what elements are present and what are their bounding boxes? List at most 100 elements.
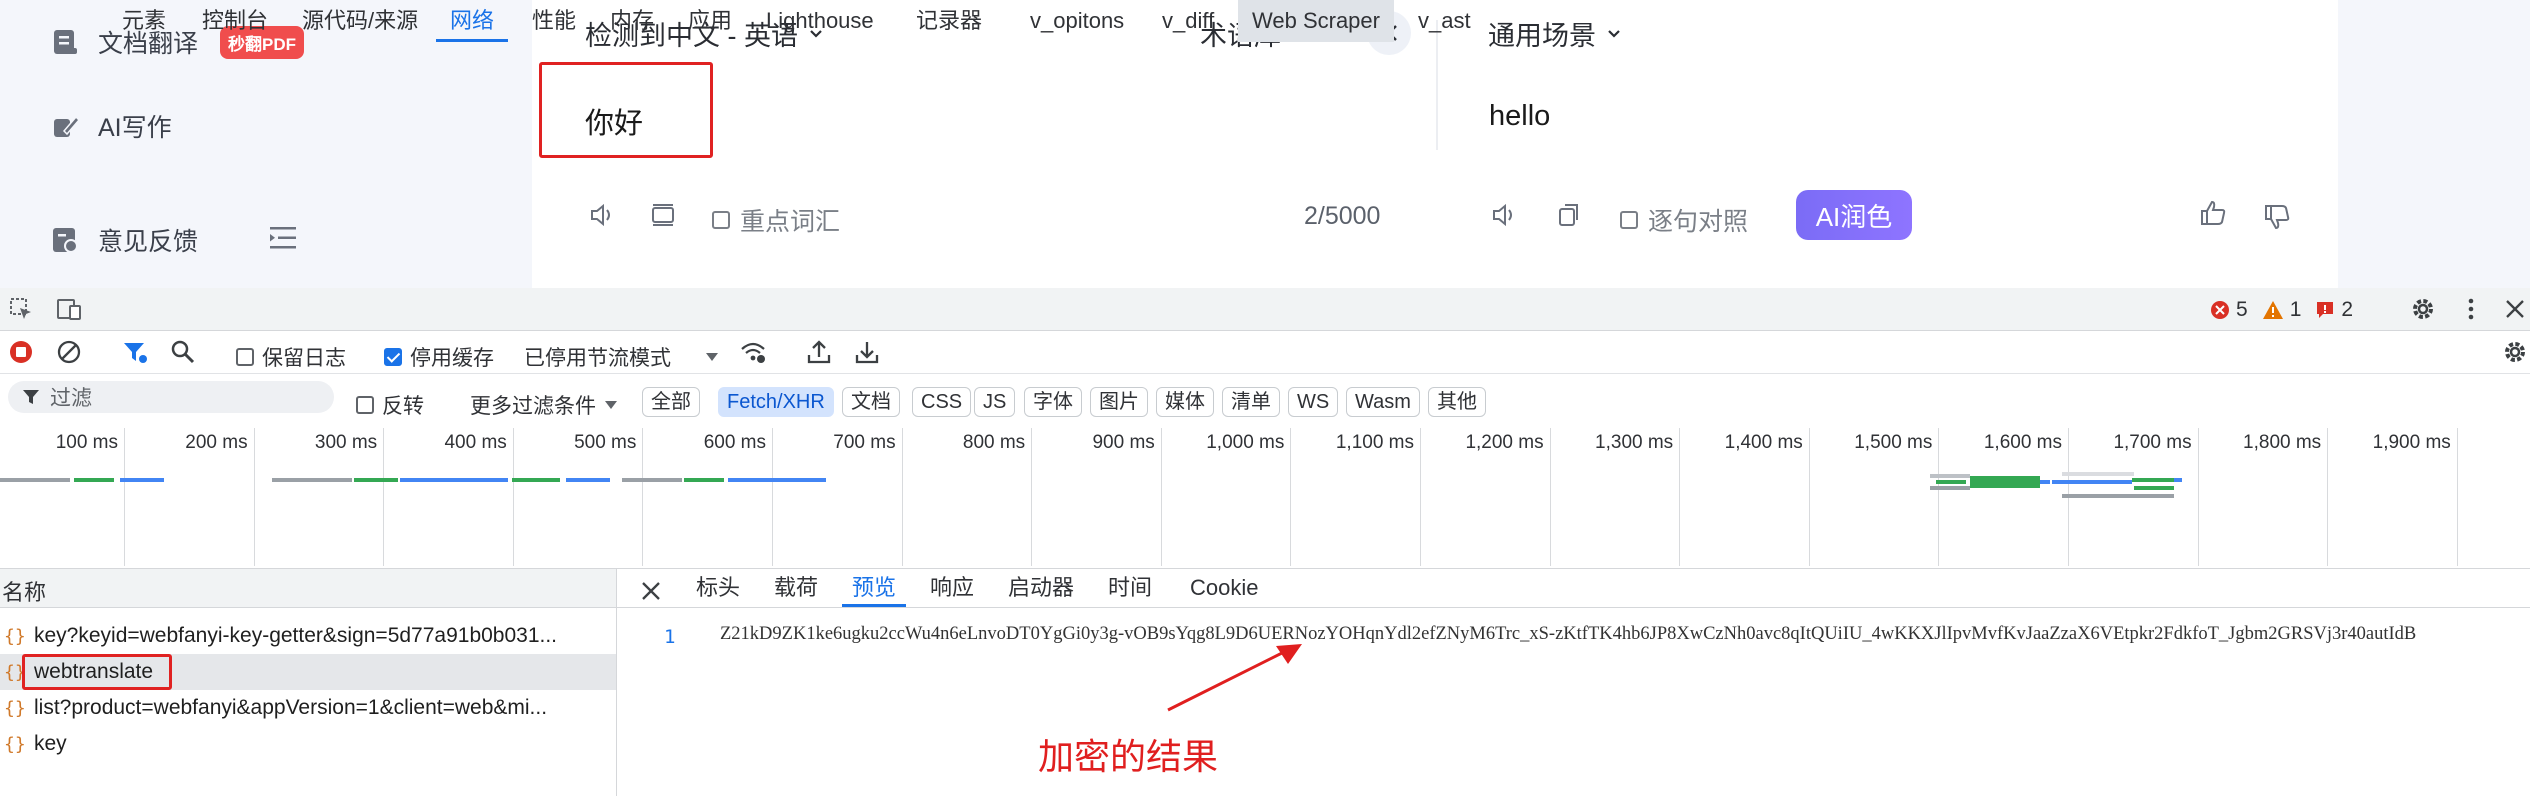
tab-console[interactable]: 控制台	[188, 0, 282, 42]
type-filter-ws[interactable]: WS	[1288, 387, 1339, 417]
network-settings-gear-icon[interactable]	[2502, 339, 2528, 365]
timeline-tick-label: 1,200 ms	[1465, 432, 1544, 453]
annotation-label: 加密的结果	[1038, 736, 1219, 777]
close-devtools-icon[interactable]	[2502, 296, 2528, 322]
tab-lighthouse[interactable]: Lighthouse	[752, 0, 888, 42]
target-text: hello	[1489, 100, 1551, 132]
sidebar-item-ai-writing[interactable]: AI写作	[50, 108, 172, 144]
timeline-tick-label: 300 ms	[314, 432, 378, 453]
type-filter-all[interactable]: 全部	[642, 387, 700, 417]
tab-payload[interactable]: 载荷	[764, 569, 828, 607]
speaker-icon[interactable]	[588, 200, 618, 230]
waterfall-bar	[1936, 480, 1966, 484]
timeline-tick-label: 600 ms	[703, 432, 766, 453]
checkbox-box[interactable]	[356, 396, 374, 414]
timeline-tick-label: 500 ms	[574, 432, 637, 453]
disable-cache-label: 停用缓存	[410, 347, 494, 370]
request-row-key-getter[interactable]: {} key?keyid=webfanyi-key-getter&sign=5d…	[0, 618, 616, 654]
filter-funnel-icon[interactable]	[122, 339, 148, 365]
thumbs-down-icon[interactable]	[2262, 202, 2292, 232]
tab-elements[interactable]: 元素	[108, 0, 180, 42]
device-toolbar-icon[interactable]	[56, 296, 82, 322]
keyword-checkbox[interactable]: 重点词汇	[712, 202, 840, 238]
type-filter-media[interactable]: 媒体	[1156, 387, 1214, 417]
speaker-icon[interactable]	[1490, 200, 1520, 230]
type-filter-fetch-xhr[interactable]: Fetch/XHR	[718, 387, 834, 417]
close-detail-icon[interactable]	[640, 580, 662, 602]
clear-log-icon[interactable]	[56, 339, 82, 365]
line-number: 1	[664, 626, 676, 648]
align-checkbox[interactable]: 逐句对照	[1620, 202, 1748, 238]
request-row-key[interactable]: {} key	[0, 726, 616, 762]
record-stop-icon[interactable]	[8, 339, 34, 365]
timeline-tick-label: 100 ms	[55, 432, 118, 453]
throttle-select[interactable]: 已停用节流模式	[524, 342, 719, 372]
tab-v-ast[interactable]: v_ast	[1404, 0, 1485, 42]
sidebar: 文档翻译 秒翻PDF AI写作 意见反馈	[0, 0, 532, 288]
tab-web-scraper[interactable]: Web Scraper	[1238, 0, 1394, 42]
type-filter-img[interactable]: 图片	[1090, 387, 1148, 417]
throttle-label: 已停用节流模式	[524, 347, 671, 370]
tab-sources[interactable]: 源代码/来源	[288, 0, 432, 42]
preview-encrypted-text[interactable]: Z21kD9ZK1ke6ugku2ccWu4n6eLnvoDT0YgGi0y3g…	[720, 624, 2530, 645]
tab-timing[interactable]: 时间	[1098, 569, 1162, 607]
devtools-tabbar	[0, 288, 2530, 331]
inspect-element-icon[interactable]	[8, 296, 34, 322]
document-icon	[54, 30, 77, 54]
search-icon[interactable]	[170, 339, 196, 365]
tab-performance[interactable]: 性能	[518, 0, 590, 42]
collapse-menu-icon[interactable]	[268, 224, 298, 252]
type-filter-doc[interactable]: 文档	[842, 387, 900, 417]
tab-v-diff[interactable]: v_diff	[1148, 0, 1228, 42]
console-counts[interactable]: 5 1 2	[2210, 298, 2353, 322]
preserve-log-toggle[interactable]: 保留日志	[236, 342, 346, 372]
type-filter-other[interactable]: 其他	[1428, 387, 1486, 417]
layout-icon[interactable]	[648, 200, 678, 230]
tab-headers[interactable]: 标头	[686, 569, 750, 607]
type-filter-wasm[interactable]: Wasm	[1346, 387, 1420, 417]
ai-polish-button[interactable]: AI润色	[1796, 190, 1912, 240]
filter-input[interactable]: 过滤	[8, 381, 334, 413]
settings-gear-icon[interactable]	[2410, 296, 2436, 322]
timeline-tick-label: 1,000 ms	[1206, 432, 1285, 453]
tab-memory[interactable]: 内存	[596, 0, 668, 42]
tab-preview[interactable]: 预览	[842, 569, 907, 607]
error-count: 5	[2236, 298, 2248, 321]
timeline-tick-line	[772, 428, 773, 566]
waterfall-bar	[2134, 486, 2174, 490]
type-filter-css[interactable]: CSS	[912, 387, 972, 417]
import-har-icon[interactable]	[806, 339, 832, 365]
request-name: list?product=webfanyi&appVersion=1&clien…	[34, 696, 548, 719]
timeline-tick-line	[1549, 428, 1551, 566]
tab-response[interactable]: 响应	[920, 569, 984, 607]
dropdown-triangle-icon	[706, 353, 718, 361]
invert-toggle[interactable]: 反转	[356, 390, 424, 420]
tab-initiator[interactable]: 启动器	[998, 569, 1084, 607]
name-column-header[interactable]: 名称	[0, 569, 617, 608]
checkbox-box[interactable]	[1620, 211, 1638, 229]
network-conditions-icon[interactable]	[740, 339, 766, 365]
tab-recorder[interactable]: 记录器	[902, 0, 996, 42]
checkbox-box[interactable]	[236, 348, 254, 366]
more-filters-dropdown[interactable]: 更多过滤条件	[470, 390, 618, 420]
warning-icon	[2262, 301, 2283, 319]
more-options-icon[interactable]	[2458, 296, 2484, 322]
checkbox-box[interactable]	[712, 211, 730, 229]
checkbox-box-checked[interactable]	[384, 348, 402, 366]
disable-cache-toggle[interactable]: 停用缓存	[384, 342, 494, 372]
tab-network[interactable]: 网络	[436, 0, 509, 42]
tab-application[interactable]: 应用	[674, 0, 746, 42]
type-filter-font[interactable]: 字体	[1024, 387, 1082, 417]
request-row-list[interactable]: {} list?product=webfanyi&appVersion=1&cl…	[0, 690, 616, 726]
type-filter-manifest[interactable]: 清单	[1222, 387, 1280, 417]
export-har-icon[interactable]	[854, 339, 880, 365]
thumbs-up-icon[interactable]	[2198, 198, 2228, 228]
type-filter-js[interactable]: JS	[974, 387, 1016, 417]
tab-cookie[interactable]: Cookie	[1180, 569, 1268, 607]
scene-selector[interactable]: 通用场景	[1488, 14, 1622, 53]
sidebar-item-feedback[interactable]: 意见反馈	[50, 222, 198, 258]
copy-icon[interactable]	[1554, 200, 1584, 230]
timeline-tick-line	[2456, 428, 2458, 566]
filter-placeholder: 过滤	[50, 387, 92, 410]
tab-v-opitons[interactable]: v_opitons	[1016, 0, 1138, 42]
